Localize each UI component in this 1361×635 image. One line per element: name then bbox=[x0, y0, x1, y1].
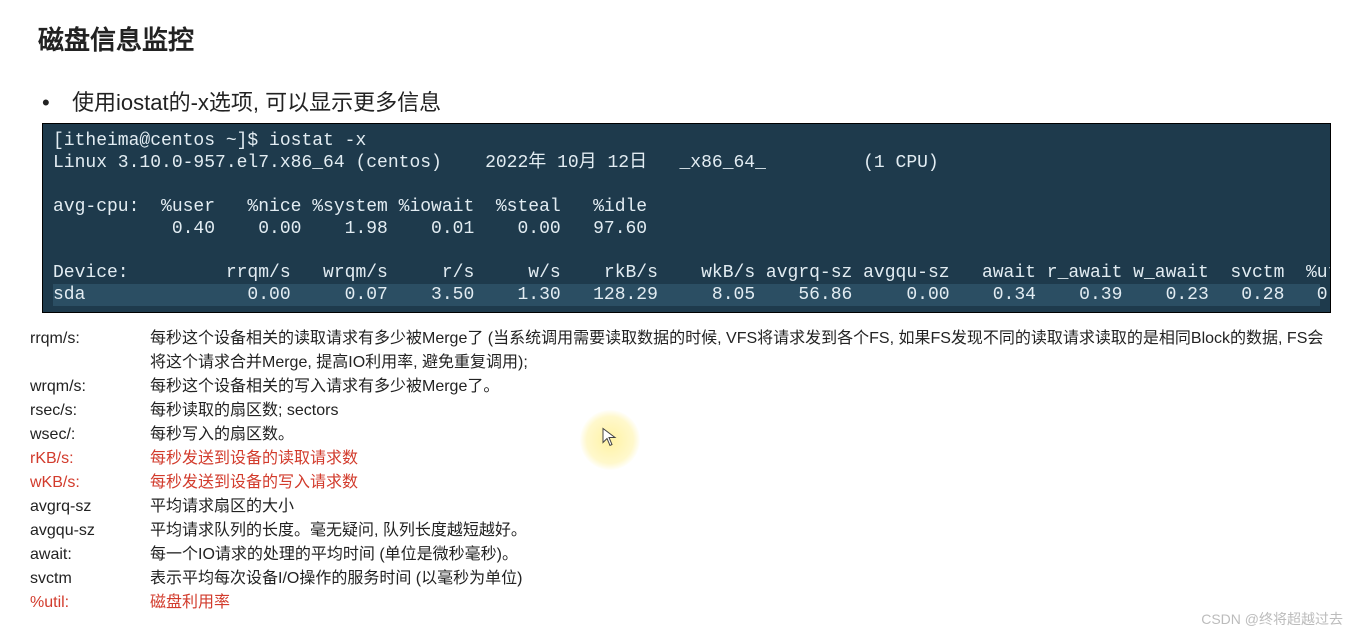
definition-row: await:每一个IO请求的处理的平均时间 (单位是微秒毫秒)。 bbox=[30, 543, 1331, 567]
definition-text: 平均请求扇区的大小 bbox=[150, 495, 1331, 519]
terminal-dev-header: Device: rrqm/s wrqm/s r/s w/s rkB/s wkB/… bbox=[53, 263, 1331, 283]
definition-text: 每秒这个设备相关的读取请求有多少被Merge了 (当系统调用需要读取数据的时候,… bbox=[150, 327, 1331, 375]
definition-text: 每秒发送到设备的写入请求数 bbox=[150, 471, 1331, 495]
definition-label: svctm bbox=[30, 567, 150, 591]
definition-text: 每秒写入的扇区数。 bbox=[150, 423, 1331, 447]
definition-row: wsec/:每秒写入的扇区数。 bbox=[30, 423, 1331, 447]
bullet-text: 使用iostat的-x选项, 可以显示更多信息 bbox=[72, 90, 441, 115]
definition-row: wrqm/s:每秒这个设备相关的写入请求有多少被Merge了。 bbox=[30, 375, 1331, 399]
definition-row: avgqu-sz平均请求队列的长度。毫无疑问, 队列长度越短越好。 bbox=[30, 519, 1331, 543]
watermark: CSDN @终将超越过去 bbox=[1201, 609, 1343, 629]
definition-text: 每一个IO请求的处理的平均时间 (单位是微秒毫秒)。 bbox=[150, 543, 1331, 567]
definition-label: rsec/s: bbox=[30, 399, 150, 423]
definition-row: svctm表示平均每次设备I/O操作的服务时间 (以毫秒为单位) bbox=[30, 567, 1331, 591]
definition-label: rKB/s: bbox=[30, 447, 150, 471]
definition-row: rrqm/s:每秒这个设备相关的读取请求有多少被Merge了 (当系统调用需要读… bbox=[30, 327, 1331, 375]
definition-row: %util:磁盘利用率 bbox=[30, 591, 1331, 615]
definition-label: rrqm/s: bbox=[30, 327, 150, 351]
definition-label: wsec/: bbox=[30, 423, 150, 447]
definition-label: avgrq-sz bbox=[30, 495, 150, 519]
definition-label: wKB/s: bbox=[30, 471, 150, 495]
definition-label: await: bbox=[30, 543, 150, 567]
definition-label: wrqm/s: bbox=[30, 375, 150, 399]
definition-label: %util: bbox=[30, 591, 150, 615]
terminal-dev-values: sda 0.00 0.07 3.50 1.30 128.29 8.05 56.8… bbox=[53, 284, 1320, 306]
section-title: 磁盘信息监控 bbox=[38, 20, 1331, 57]
terminal-cpu-header: avg-cpu: %user %nice %system %iowait %st… bbox=[53, 197, 647, 217]
definition-row: rsec/s:每秒读取的扇区数; sectors bbox=[30, 399, 1331, 423]
definitions-block: rrqm/s:每秒这个设备相关的读取请求有多少被Merge了 (当系统调用需要读… bbox=[30, 327, 1331, 615]
definition-text: 磁盘利用率 bbox=[150, 591, 1331, 615]
terminal-output: [itheima@centos ~]$ iostat -x Linux 3.10… bbox=[42, 123, 1331, 313]
definition-row: wKB/s:每秒发送到设备的写入请求数 bbox=[30, 471, 1331, 495]
terminal-cpu-values: 0.40 0.00 1.98 0.01 0.00 97.60 bbox=[53, 219, 647, 239]
definition-text: 每秒读取的扇区数; sectors bbox=[150, 399, 1331, 423]
definition-row: avgrq-sz平均请求扇区的大小 bbox=[30, 495, 1331, 519]
terminal-sysline: Linux 3.10.0-957.el7.x86_64 (centos) 202… bbox=[53, 153, 939, 173]
definition-text: 每秒这个设备相关的写入请求有多少被Merge了。 bbox=[150, 375, 1331, 399]
bullet-line: •使用iostat的-x选项, 可以显示更多信息 bbox=[42, 85, 1331, 117]
definition-label: avgqu-sz bbox=[30, 519, 150, 543]
definition-text: 表示平均每次设备I/O操作的服务时间 (以毫秒为单位) bbox=[150, 567, 1331, 591]
definition-text: 平均请求队列的长度。毫无疑问, 队列长度越短越好。 bbox=[150, 519, 1331, 543]
definition-text: 每秒发送到设备的读取请求数 bbox=[150, 447, 1331, 471]
bullet-dot: • bbox=[42, 90, 72, 116]
definition-row: rKB/s:每秒发送到设备的读取请求数 bbox=[30, 447, 1331, 471]
terminal-prompt: [itheima@centos ~]$ iostat -x bbox=[53, 131, 366, 151]
